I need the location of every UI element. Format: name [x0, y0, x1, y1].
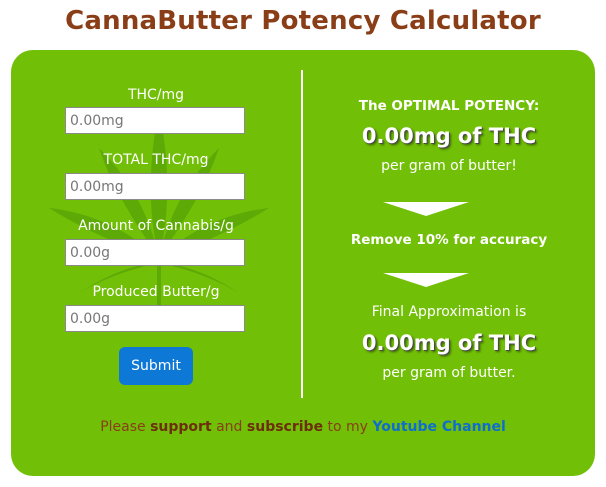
down-arrow-icon	[383, 202, 469, 216]
submit-button[interactable]: Submit	[119, 347, 193, 385]
footer-prefix: Please	[100, 419, 151, 435]
support-text: support	[150, 419, 212, 435]
subscribe-text: subscribe	[246, 419, 324, 435]
cannabis-amount-label: Amount of Cannabis/g	[78, 218, 234, 234]
thc-mg-label: THC/mg	[127, 87, 185, 103]
final-approximation-heading: Final Approximation is	[371, 304, 527, 320]
final-approximation-unit: per gram of butter.	[382, 365, 516, 381]
optimal-potency-value: 0.00mg of THC	[361, 124, 537, 148]
page-title: CannaButter Potency Calculator	[65, 6, 541, 36]
cannabis-amount-input[interactable]	[65, 239, 245, 266]
total-thc-mg-input[interactable]	[65, 173, 245, 200]
footer-and: and	[211, 419, 247, 435]
footer-message: Please support and subscribe to my Youtu…	[11, 419, 595, 435]
total-thc-mg-label: TOTAL THC/mg	[103, 152, 209, 168]
produced-butter-label: Produced Butter/g	[92, 284, 220, 300]
produced-butter-input[interactable]	[65, 305, 245, 332]
youtube-channel-link[interactable]: Youtube Channel	[372, 419, 505, 435]
calculator-panel: THC/mg TOTAL THC/mg Amount of Cannabis/g…	[11, 50, 595, 476]
accuracy-note: Remove 10% for accuracy	[350, 232, 548, 248]
footer-to-my: to my	[323, 419, 373, 435]
optimal-potency-heading: The OPTIMAL POTENCY:	[358, 98, 540, 114]
optimal-potency-unit: per gram of butter!	[381, 158, 517, 174]
down-arrow-icon	[383, 273, 469, 287]
final-approximation-value: 0.00mg of THC	[361, 331, 537, 355]
thc-mg-input[interactable]	[65, 107, 245, 134]
